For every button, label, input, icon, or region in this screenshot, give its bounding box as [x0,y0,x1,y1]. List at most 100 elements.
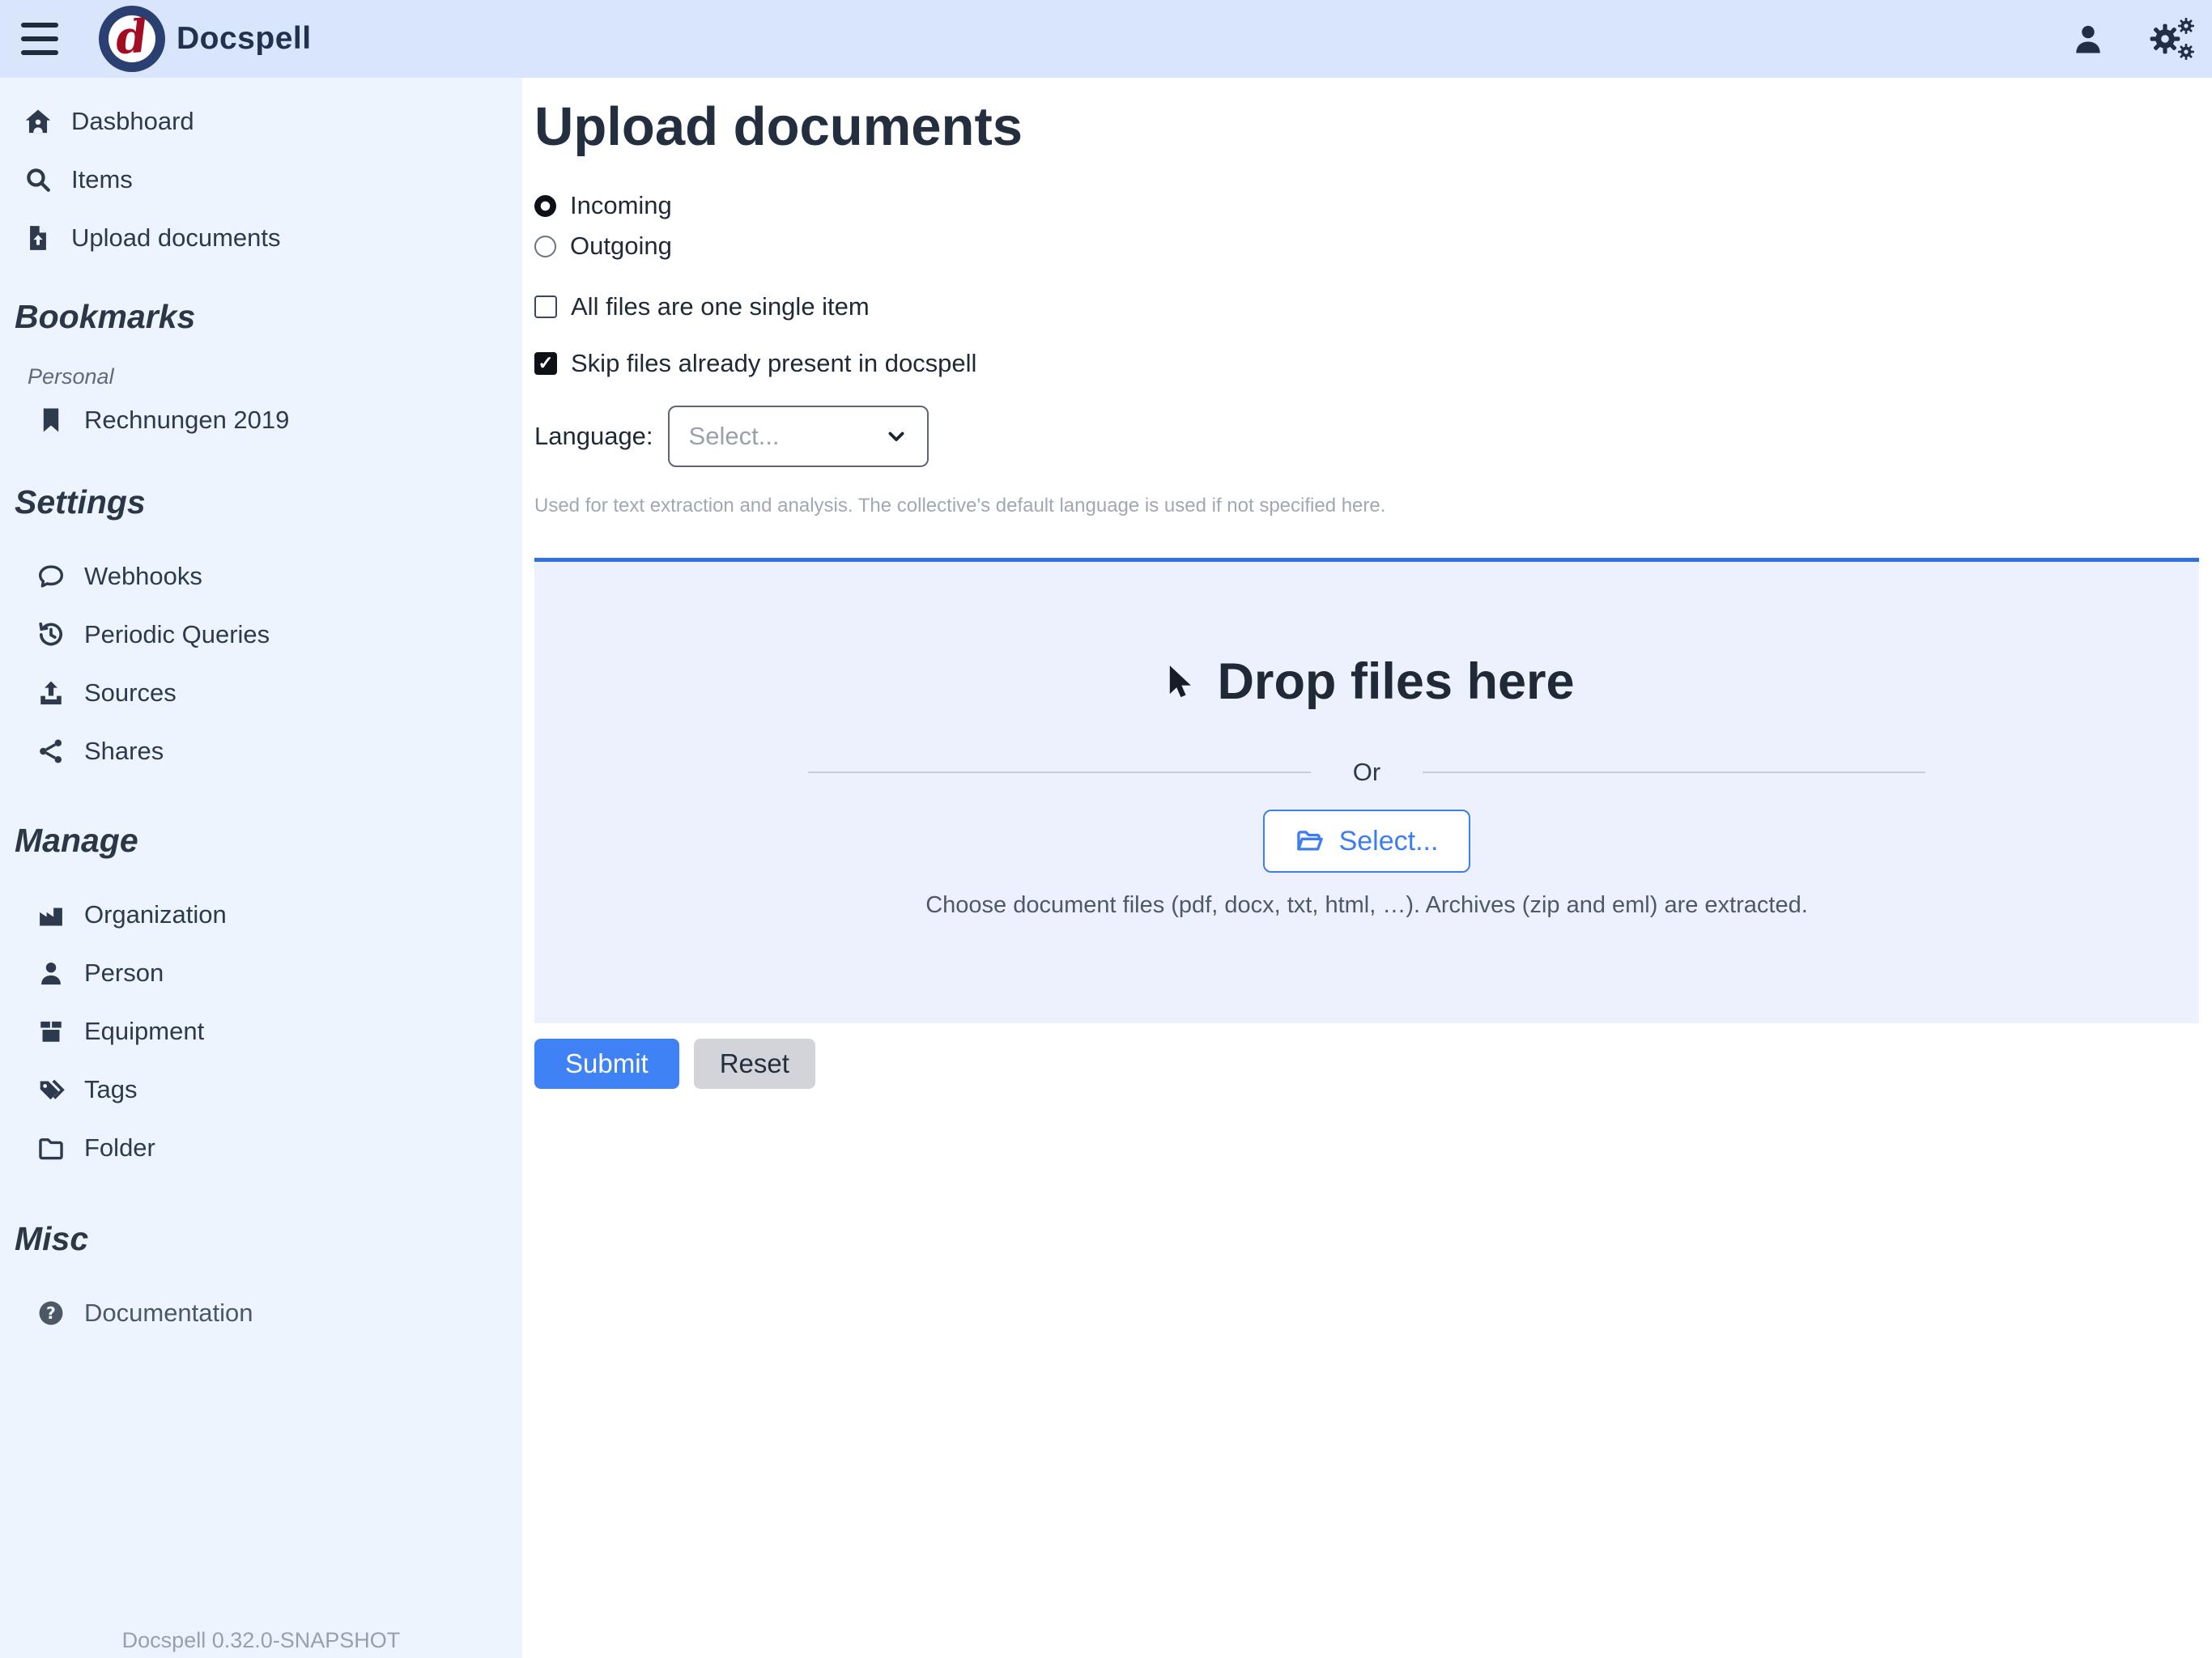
upload-icon [37,679,65,707]
sidebar-item-label: Upload documents [71,223,281,253]
sidebar-item-label: Tags [84,1075,137,1104]
sidebar-item-label: Shares [84,737,164,766]
or-divider: Or [808,758,1925,787]
house-user-icon [24,108,52,135]
dropzone-title-row: Drop files here [534,562,2199,711]
gear-small-icon [2176,16,2196,36]
sidebar-item-label: Organization [84,900,227,929]
sidebar-item-dashboard[interactable]: Dasbhoard [0,92,522,151]
sidebar-item-equipment[interactable]: Equipment [0,1002,522,1061]
form-actions: Submit Reset [534,1039,2199,1089]
menu-icon [21,36,58,41]
version-label: Docspell 0.32.0-SNAPSHOT [0,1628,522,1653]
menu-icon [21,23,58,28]
dropzone-title: Drop files here [1217,653,1574,711]
section-title-settings: Settings [0,481,522,523]
select-files-button[interactable]: Select... [1263,810,1471,873]
sidebar-item-label: Periodic Queries [84,620,270,649]
box-icon [37,1018,65,1045]
sidebar-item-label: Webhooks [84,562,202,591]
main-content: Upload documents Incoming Outgoing All f… [522,78,2212,1658]
docspell-logo-inner: d [108,15,155,62]
menu-icon [21,50,58,55]
reset-button[interactable]: Reset [694,1039,815,1089]
menu-button[interactable] [21,23,58,55]
radio-selected-icon[interactable] [534,195,556,217]
direction-radio-group: Incoming Outgoing [534,185,2199,266]
checkbox-skip-duplicates[interactable]: Skip files already present in docspell [534,344,2199,383]
docspell-logo: d [99,6,165,72]
sidebar-item-label: Sources [84,678,177,708]
or-label: Or [1353,758,1380,787]
checkbox-checked-icon[interactable] [534,352,557,375]
sidebar-item-folder[interactable]: Folder [0,1119,522,1177]
history-icon [37,621,65,648]
sidebar-item-label: Dasbhoard [71,107,194,136]
sidebar-item-label: Rechnungen 2019 [84,406,289,435]
tags-icon [37,1076,65,1103]
sidebar: Dasbhoard Items Upload documents [0,78,522,1658]
sidebar-main-nav: Dasbhoard Items Upload documents [0,92,522,267]
submit-button[interactable]: Submit [534,1039,679,1089]
section-title-misc: Misc [0,1218,522,1260]
checkbox-single-item[interactable]: All files are one single item [534,287,2199,326]
sidebar-item-label: Documentation [84,1299,253,1328]
sidebar-item-items[interactable]: Items [0,151,522,209]
sidebar-item-bookmark[interactable]: Rechnungen 2019 [0,391,522,449]
sidebar-item-upload-documents[interactable]: Upload documents [0,209,522,267]
sidebar-item-organization[interactable]: Organization [0,886,522,944]
sidebar-item-tags[interactable]: Tags [0,1061,522,1119]
settings-menu-button[interactable] [2147,16,2197,62]
dropzone-hint: Choose document files (pdf, docx, txt, h… [534,892,2199,919]
file-arrow-up-icon [24,224,52,252]
section-title-manage: Manage [0,819,522,861]
sidebar-item-person[interactable]: Person [0,944,522,1002]
section-title-bookmarks: Bookmarks [0,295,522,338]
question-circle-icon: ? [37,1299,65,1327]
radio-unselected-icon[interactable] [534,236,556,257]
checkbox-label: Skip files already present in docspell [571,349,976,378]
sidebar-item-documentation[interactable]: ? Documentation [0,1284,522,1342]
chevron-down-icon [885,425,908,448]
brand[interactable]: d Docspell [99,6,312,72]
divider-line [1423,772,1925,773]
checkbox-label: All files are one single item [571,292,870,321]
comment-icon [37,563,65,590]
bookmark-icon [37,406,65,434]
user-icon [2071,22,2105,56]
language-help-text: Used for text extraction and analysis. T… [534,495,2199,517]
sidebar-item-webhooks[interactable]: Webhooks [0,547,522,606]
share-nodes-icon [37,738,65,765]
language-select[interactable]: Select... [668,406,929,467]
radio-incoming[interactable]: Incoming [534,185,2199,226]
language-row: Language: Select... [534,406,2199,467]
sidebar-item-sources[interactable]: Sources [0,664,522,722]
misc-nav: ? Documentation [0,1284,522,1342]
bookmark-group-label: Personal [28,364,522,389]
docspell-logo-letter: d [115,14,150,62]
radio-label: Incoming [570,191,672,220]
settings-nav: Webhooks Periodic Queries Sources [0,547,522,780]
checkbox-unchecked-icon[interactable] [534,295,557,318]
radio-label: Outgoing [570,232,672,261]
mouse-pointer-icon [1159,663,1196,700]
sidebar-item-shares[interactable]: Shares [0,722,522,780]
user-menu-button[interactable] [2071,22,2105,56]
sidebar-item-label: Items [71,165,133,194]
language-select-value: Select... [689,422,780,451]
industry-icon [37,901,65,929]
sidebar-item-periodic-queries[interactable]: Periodic Queries [0,606,522,664]
folder-open-icon [1295,827,1325,856]
docspell-app: d Docspell [0,0,2212,1658]
topbar: d Docspell [0,0,2212,78]
language-label: Language: [534,422,653,451]
file-dropzone[interactable]: Drop files here Or Select... [534,558,2199,1023]
radio-outgoing[interactable]: Outgoing [534,226,2199,266]
gear-small-icon [2176,42,2196,62]
page-title: Upload documents [534,96,2199,158]
sidebar-item-label: Equipment [84,1017,204,1046]
svg-text:?: ? [46,1303,56,1323]
sidebar-item-label: Folder [84,1133,155,1163]
upload-options: All files are one single item Skip files… [534,287,2199,383]
search-icon [24,166,52,193]
